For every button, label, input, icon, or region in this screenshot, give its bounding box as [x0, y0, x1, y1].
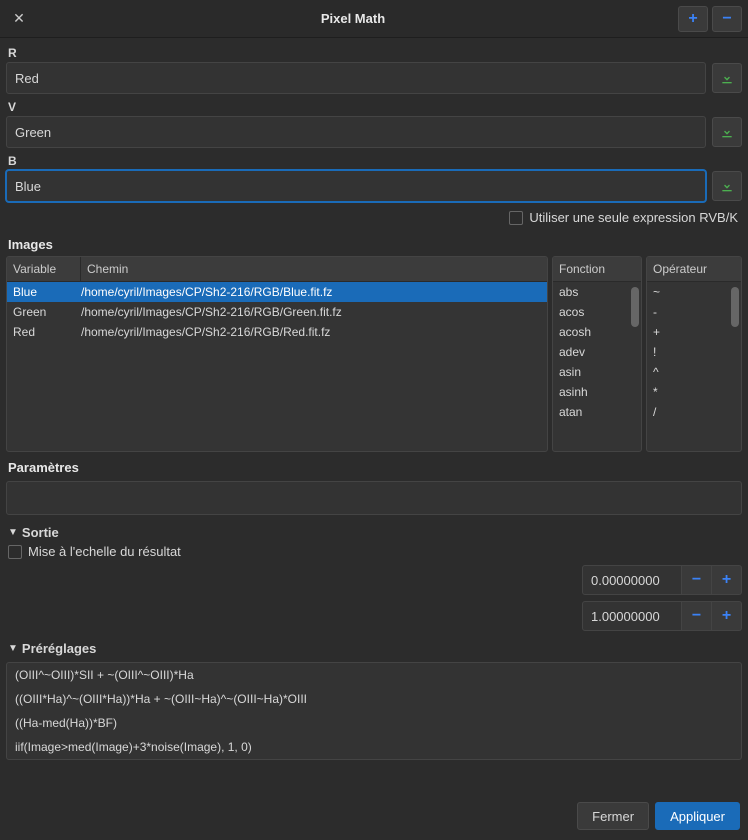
table-row[interactable]: Red/home/cyril/Images/CP/Sh2-216/RGB/Red…	[7, 322, 547, 342]
col-operator[interactable]: Opérateur	[647, 257, 741, 281]
download-icon	[719, 178, 735, 194]
list-item[interactable]: *	[647, 382, 741, 402]
g-expression-input[interactable]	[6, 116, 706, 148]
close-button[interactable]: ✕	[6, 6, 32, 32]
list-item[interactable]: abs	[553, 282, 641, 302]
b-expression-input[interactable]	[6, 170, 706, 202]
output-high-input[interactable]	[582, 601, 682, 631]
output-low-input[interactable]	[582, 565, 682, 595]
list-item[interactable]: ((Ha-med(Ha))*BF)	[7, 711, 741, 735]
parameters-box[interactable]	[6, 481, 742, 515]
rescale-checkbox[interactable]	[8, 545, 22, 559]
list-item[interactable]: ~	[647, 282, 741, 302]
images-heading: Images	[6, 229, 742, 256]
presets-expander[interactable]: ▼ Préréglages	[6, 631, 742, 660]
add-preset-button[interactable]: +	[678, 6, 708, 32]
functions-scrollbar[interactable]	[631, 287, 639, 447]
output-low-minus[interactable]: −	[682, 565, 712, 595]
operators-list: Opérateur ~-+!^*/	[646, 256, 742, 452]
list-item[interactable]: atan	[553, 402, 641, 422]
list-item[interactable]: +	[647, 322, 741, 342]
list-item[interactable]: asin	[553, 362, 641, 382]
list-item[interactable]: acos	[553, 302, 641, 322]
output-heading: Sortie	[22, 525, 59, 540]
close-dialog-button[interactable]: Fermer	[577, 802, 649, 830]
list-item[interactable]: ((OIII*Ha)^~(OIII*Ha))*Ha + ~(OIII~Ha)^~…	[7, 687, 741, 711]
presets-list: (OIII^~OIII)*SII + ~(OIII^~OIII)*Ha((OII…	[6, 662, 742, 760]
list-item[interactable]: asinh	[553, 382, 641, 402]
r-expression-input[interactable]	[6, 62, 706, 94]
list-item[interactable]: (OIII^~OIII)*SII + ~(OIII^~OIII)*Ha	[7, 663, 741, 687]
output-high-minus[interactable]: −	[682, 601, 712, 631]
g-load-button[interactable]	[712, 117, 742, 147]
table-row[interactable]: Green/home/cyril/Images/CP/Sh2-216/RGB/G…	[7, 302, 547, 322]
list-item[interactable]: -	[647, 302, 741, 322]
list-item[interactable]: acosh	[553, 322, 641, 342]
table-row[interactable]: Blue/home/cyril/Images/CP/Sh2-216/RGB/Bl…	[7, 282, 547, 302]
titlebar: ✕ Pixel Math + −	[0, 0, 748, 38]
single-expression-label: Utiliser une seule expression RVB/K	[529, 210, 738, 225]
list-item[interactable]: iif(Image>med(Image)+3*noise(Image), 1, …	[7, 735, 741, 759]
r-label: R	[6, 42, 742, 62]
list-item[interactable]: /	[647, 402, 741, 422]
list-item[interactable]: !	[647, 342, 741, 362]
parameters-heading: Paramètres	[6, 452, 742, 479]
presets-heading: Préréglages	[22, 641, 96, 656]
col-path[interactable]: Chemin	[81, 257, 547, 281]
b-label: B	[6, 150, 742, 170]
chevron-down-icon: ▼	[8, 643, 18, 654]
apply-button[interactable]: Appliquer	[655, 802, 740, 830]
chevron-down-icon: ▼	[8, 527, 18, 538]
download-icon	[719, 124, 735, 140]
download-icon	[719, 70, 735, 86]
list-item[interactable]: ^	[647, 362, 741, 382]
col-variable[interactable]: Variable	[7, 257, 81, 281]
list-item[interactable]: adev	[553, 342, 641, 362]
rescale-label: Mise à l'echelle du résultat	[28, 544, 181, 559]
window-title: Pixel Math	[32, 11, 674, 26]
g-label: V	[6, 96, 742, 116]
operators-scrollbar[interactable]	[731, 287, 739, 447]
output-high-plus[interactable]: +	[712, 601, 742, 631]
col-function[interactable]: Fonction	[553, 257, 641, 281]
single-expression-checkbox[interactable]	[509, 211, 523, 225]
remove-preset-button[interactable]: −	[712, 6, 742, 32]
r-load-button[interactable]	[712, 63, 742, 93]
images-table: Variable Chemin Blue/home/cyril/Images/C…	[6, 256, 548, 452]
b-load-button[interactable]	[712, 171, 742, 201]
output-expander[interactable]: ▼ Sortie	[6, 515, 742, 544]
functions-list: Fonction absacosacoshadevasinasinhatan	[552, 256, 642, 452]
output-low-plus[interactable]: +	[712, 565, 742, 595]
